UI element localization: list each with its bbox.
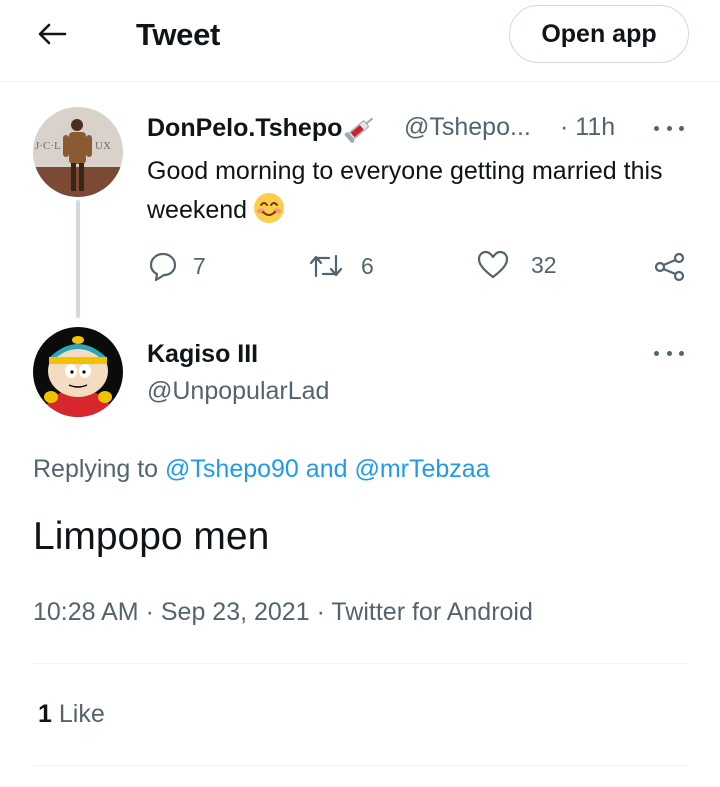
reply-author-name[interactable]: Kagiso III	[147, 340, 258, 369]
retweet-icon	[309, 254, 343, 278]
parent-author-name-text: DonPelo.Tshepo	[147, 113, 343, 142]
thread-connector	[76, 200, 80, 318]
reply-avatar-image	[33, 327, 123, 417]
parent-tweet-text: Good morning to everyone getting married…	[147, 152, 692, 230]
open-app-button[interactable]: Open app	[509, 5, 689, 63]
divider	[33, 765, 688, 766]
parent-author-avatar[interactable]: J·C·L UX	[33, 107, 123, 197]
more-dot	[654, 350, 659, 356]
tweet-meta: 10:28 AM · Sep 23, 2021 · Twitter for An…	[33, 598, 533, 627]
likes-stat-count: 1	[38, 700, 52, 728]
back-button[interactable]	[30, 16, 74, 52]
replying-to-line: Replying to @Tshepo90 and @mrTebzaa	[33, 455, 490, 484]
meta-separator: ·	[145, 598, 154, 626]
mention-link-mrtebzaa[interactable]: @mrTebzaa	[354, 455, 489, 483]
reply-action[interactable]: 7	[147, 250, 206, 282]
share-action[interactable]	[654, 252, 686, 282]
share-icon	[654, 252, 685, 282]
parent-avatar-image: J·C·L UX	[33, 107, 123, 197]
tweet-time[interactable]: 10:28 AM	[33, 598, 139, 626]
like-action[interactable]: 32	[477, 250, 557, 280]
reply-icon	[149, 252, 177, 282]
parent-more-button[interactable]	[654, 118, 684, 138]
tweet-date[interactable]: Sep 23, 2021	[161, 598, 310, 626]
mention-join[interactable]: and	[306, 455, 348, 483]
reply-author-avatar[interactable]	[33, 327, 123, 417]
parent-tweet-body: Good morning to everyone getting married…	[147, 157, 663, 224]
smiling-face-icon	[254, 193, 285, 223]
more-dot	[666, 125, 672, 131]
more-dot	[666, 350, 672, 356]
back-arrow-icon	[38, 23, 67, 45]
replying-to-label: Replying to	[33, 455, 159, 483]
main-tweet-text: Limpopo men	[33, 515, 270, 558]
like-count: 32	[531, 251, 557, 278]
more-dot	[654, 125, 659, 131]
heart-icon	[477, 250, 509, 279]
retweet-count: 6	[361, 252, 374, 279]
parent-tweet-time[interactable]: · 11h	[560, 113, 615, 142]
page-title: Tweet	[136, 17, 221, 52]
retweet-action[interactable]: 6	[309, 250, 374, 282]
top-bar: Tweet Open app	[0, 0, 720, 82]
reply-count: 7	[193, 252, 206, 279]
reply-more-button[interactable]	[654, 343, 684, 363]
likes-stat[interactable]: 1 Like	[38, 700, 105, 729]
svg-text:J·C·L: J·C·L	[35, 140, 61, 152]
more-dot	[679, 350, 684, 356]
mention-link-tshepo90[interactable]: @Tshepo90	[165, 455, 299, 483]
syringe-icon	[344, 117, 374, 143]
svg-text:UX: UX	[95, 140, 111, 152]
parent-author-name[interactable]: DonPelo.Tshepo	[147, 113, 378, 143]
tweet-source[interactable]: Twitter for Android	[331, 598, 532, 626]
divider	[33, 663, 688, 664]
meta-separator: ·	[316, 598, 325, 626]
likes-stat-label: Like	[58, 700, 105, 728]
reply-author-handle[interactable]: @UnpopularLad	[147, 377, 329, 406]
more-dot	[679, 125, 684, 131]
parent-author-handle[interactable]: @Tshepo...	[404, 113, 531, 142]
